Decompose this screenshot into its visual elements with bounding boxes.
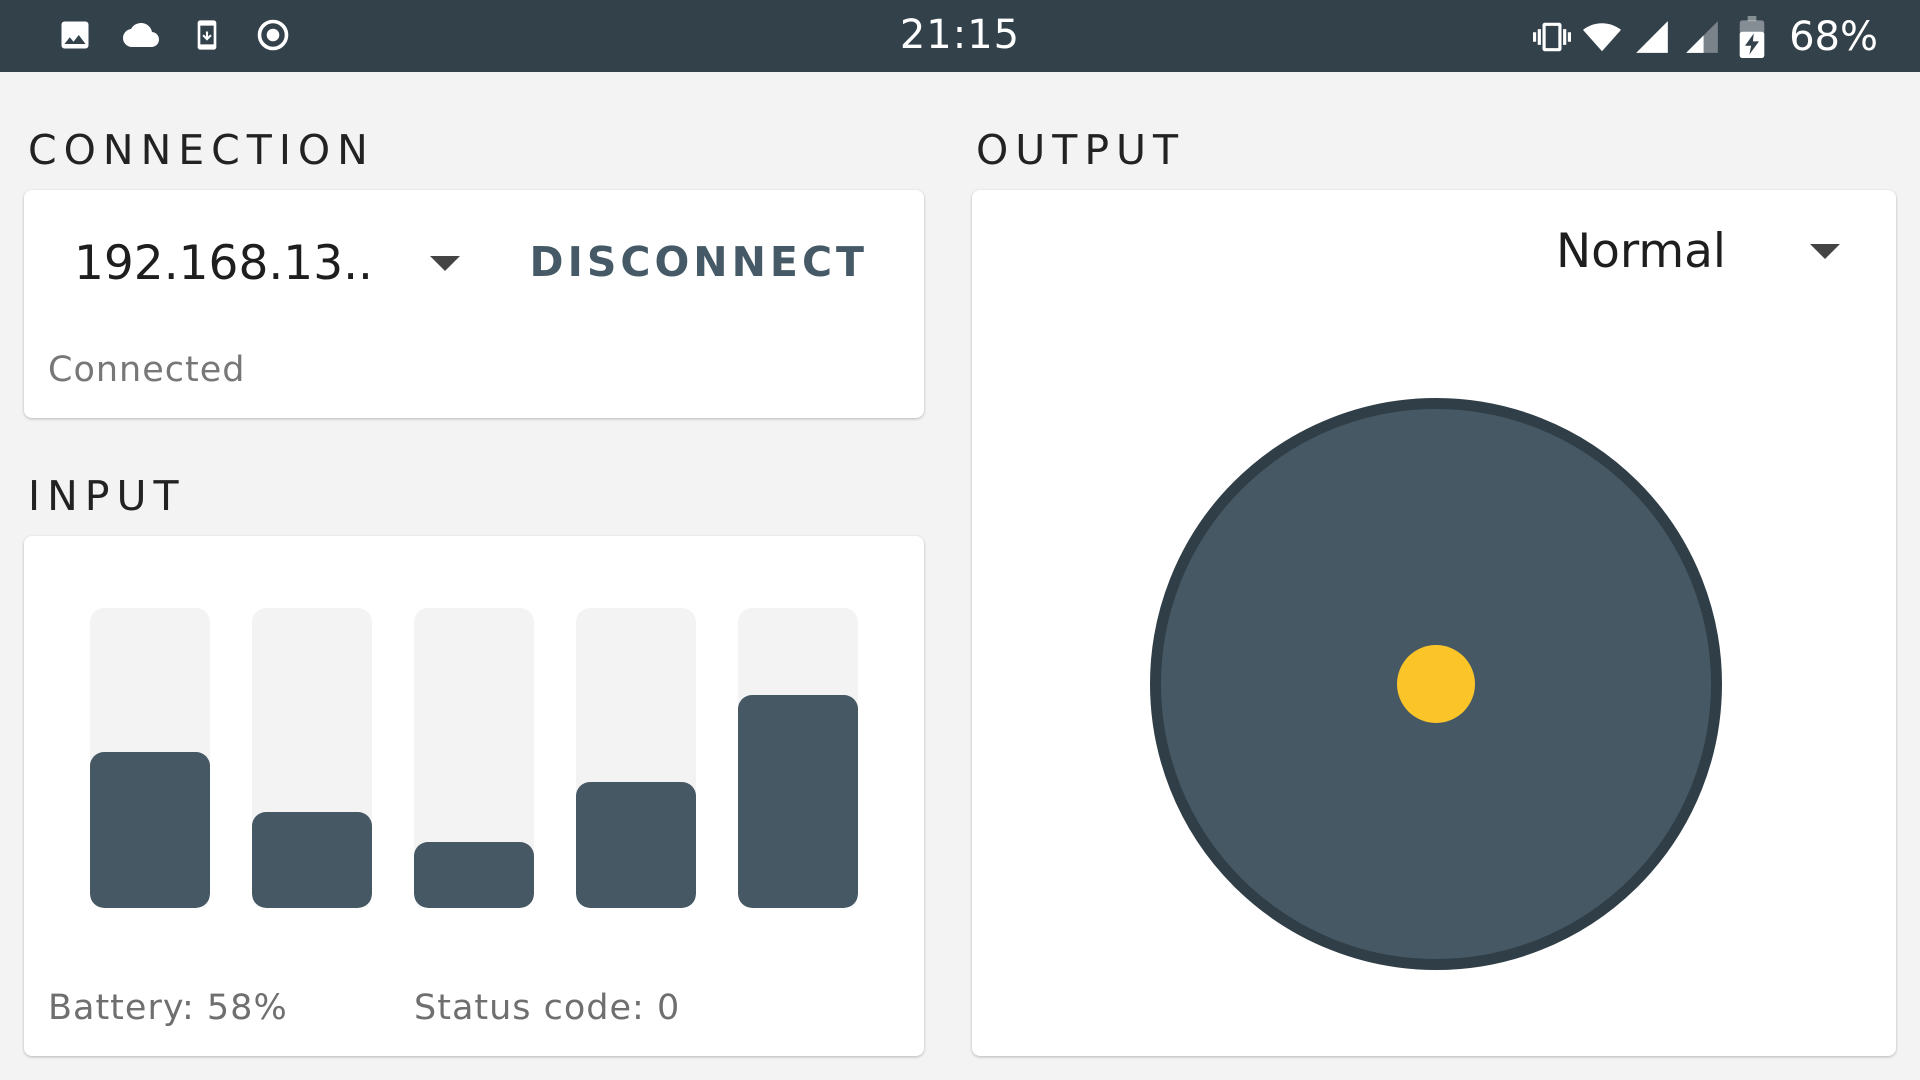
input-bar-fill <box>414 842 534 908</box>
connection-title: CONNECTION <box>28 126 375 174</box>
host-select[interactable]: 192.168.13.. <box>74 236 373 291</box>
input-bar-fill <box>252 812 372 908</box>
wifi-icon <box>1583 18 1622 56</box>
input-title: INPUT <box>28 472 186 520</box>
signal-icon <box>1633 18 1671 56</box>
signal-weak-icon <box>1683 18 1721 56</box>
input-bar-fill <box>576 782 696 908</box>
mode-select[interactable]: Normal <box>1556 224 1726 279</box>
input-card: Battery: 58% Status code: 0 <box>24 536 924 1056</box>
battery-text: Battery: 58% <box>48 988 288 1028</box>
battery-charging-icon <box>1733 16 1771 58</box>
output-card: Normal <box>972 190 1896 1056</box>
connection-status: Connected <box>48 350 246 390</box>
input-bar-1 <box>90 608 210 908</box>
status-bar: 21:15 68% <box>0 0 1920 72</box>
vibrate-icon <box>1533 18 1572 56</box>
chevron-down-icon[interactable] <box>430 256 460 271</box>
chevron-down-icon[interactable] <box>1810 244 1840 259</box>
status-code-text: Status code: 0 <box>414 988 681 1028</box>
battery-percent: 68% <box>1789 14 1878 60</box>
system-icons: 68% <box>1533 14 1878 60</box>
input-bar-4 <box>576 608 696 908</box>
joystick[interactable] <box>1150 398 1722 970</box>
input-bar-2 <box>252 608 372 908</box>
connection-card: 192.168.13.. DISCONNECT Connected <box>24 190 924 418</box>
disconnect-button[interactable]: DISCONNECT <box>530 238 868 286</box>
input-bar-3 <box>414 608 534 908</box>
output-title: OUTPUT <box>976 126 1186 174</box>
input-bar-fill <box>90 752 210 908</box>
input-bar-fill <box>738 695 858 908</box>
input-bar-5 <box>738 608 858 908</box>
joystick-knob[interactable] <box>1397 645 1475 723</box>
